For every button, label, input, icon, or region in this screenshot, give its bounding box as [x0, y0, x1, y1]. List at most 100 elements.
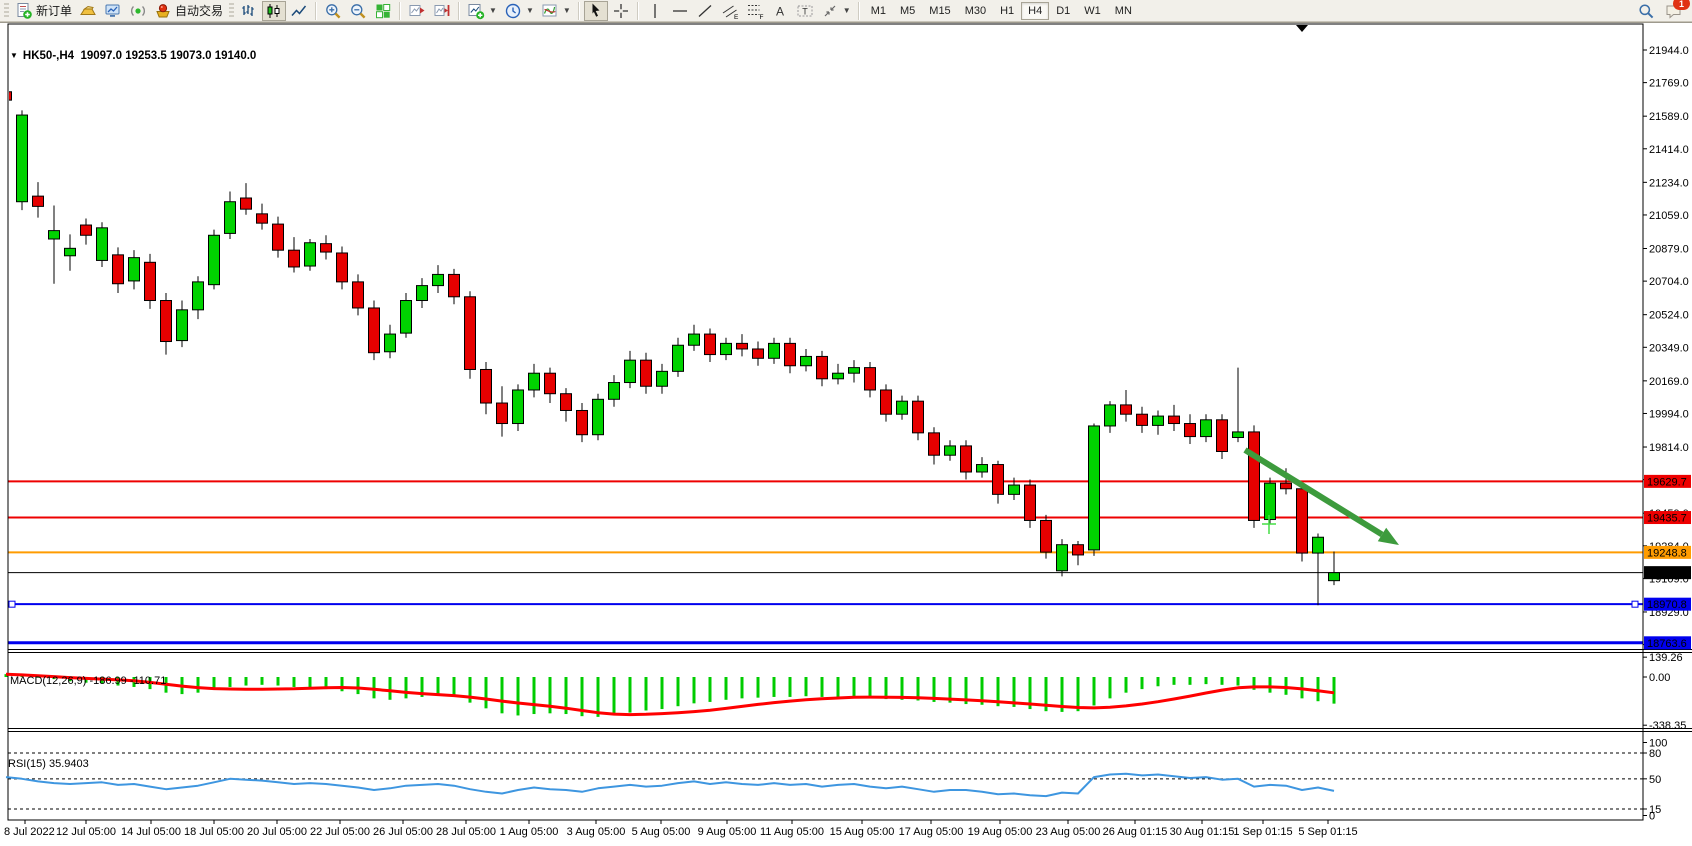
- arrows-icon: [821, 2, 839, 20]
- zoom-out-button[interactable]: [346, 1, 370, 21]
- svg-text:1 Aug 05:00: 1 Aug 05:00: [500, 826, 559, 838]
- svg-text:19140.0: 19140.0: [1647, 568, 1687, 580]
- indicators-button[interactable]: ▼: [538, 1, 574, 21]
- svg-text:26 Jul 05:00: 26 Jul 05:00: [373, 826, 433, 838]
- timeframe-w1[interactable]: W1: [1077, 2, 1108, 20]
- chart-shift-icon: [433, 2, 451, 20]
- new-order-label: 新订单: [36, 2, 72, 19]
- crosshair-tool-button[interactable]: [609, 1, 633, 21]
- zoom-in-button[interactable]: [321, 1, 345, 21]
- svg-text:T: T: [802, 6, 808, 16]
- svg-text:3 Aug 05:00: 3 Aug 05:00: [567, 826, 626, 838]
- timeframe-m15[interactable]: M15: [922, 2, 957, 20]
- gold-icon: [79, 2, 97, 20]
- svg-text:15 Aug 05:00: 15 Aug 05:00: [830, 826, 895, 838]
- horizontal-line-tool-button[interactable]: [668, 1, 692, 21]
- market-watch-button[interactable]: [101, 1, 125, 21]
- new-order-button[interactable]: 新订单: [12, 1, 75, 21]
- svg-text:9 Aug 05:00: 9 Aug 05:00: [698, 826, 757, 838]
- svg-text:30 Aug 01:15: 30 Aug 01:15: [1170, 826, 1235, 838]
- svg-text:20349.0: 20349.0: [1649, 342, 1689, 354]
- new-chart-button[interactable]: ▼: [464, 1, 500, 21]
- svg-text:139.26: 139.26: [1649, 652, 1683, 664]
- search-button[interactable]: [1634, 1, 1658, 21]
- chart-symbol-period: HK50-,H4: [23, 50, 74, 62]
- periods-clock-icon: [504, 2, 522, 20]
- svg-text:5 Aug 05:00: 5 Aug 05:00: [632, 826, 691, 838]
- vertical-line-tool-button[interactable]: [643, 1, 667, 21]
- timeframe-group: M1M5M15M30H1H4D1W1MN: [864, 2, 1139, 20]
- auto-scroll-button[interactable]: [405, 1, 429, 21]
- candle-chart-icon: [265, 2, 283, 20]
- macd-indicator-label: MACD(12,26,9) -186.99 -110.71: [10, 675, 166, 687]
- timeframe-m1[interactable]: M1: [864, 2, 893, 20]
- timeframe-mn[interactable]: MN: [1108, 2, 1139, 20]
- market-watch-icon: [104, 2, 122, 20]
- equidistant-channel-icon: E: [721, 2, 739, 20]
- horizontal-line-icon: [671, 2, 689, 20]
- cursor-tool-button[interactable]: [584, 1, 608, 21]
- line-chart-button[interactable]: [287, 1, 311, 21]
- arrows-tool-button[interactable]: ▼: [818, 1, 854, 21]
- svg-text:19994.0: 19994.0: [1649, 408, 1689, 420]
- gold-button[interactable]: [76, 1, 100, 21]
- new-order-icon: [15, 2, 33, 20]
- equidistant-channel-tool-button[interactable]: E: [718, 1, 742, 21]
- toolbar-grip[interactable]: [4, 3, 9, 19]
- svg-text:19629.7: 19629.7: [1647, 476, 1687, 488]
- svg-text:1 Sep 01:15: 1 Sep 01:15: [1233, 826, 1292, 838]
- timeframe-h4[interactable]: H4: [1021, 2, 1049, 20]
- text-icon: A: [771, 2, 789, 20]
- text-label-tool-button[interactable]: T: [793, 1, 817, 21]
- chart-dropdown-icon[interactable]: ▼: [10, 51, 18, 60]
- svg-text:21234.0: 21234.0: [1649, 177, 1689, 189]
- chart-ohlc: 19097.0 19253.5 19073.0 19140.0: [80, 50, 256, 62]
- svg-text:20524.0: 20524.0: [1649, 310, 1689, 322]
- svg-text:14 Jul 05:00: 14 Jul 05:00: [121, 826, 181, 838]
- svg-text:21769.0: 21769.0: [1649, 78, 1689, 90]
- svg-text:19435.7: 19435.7: [1647, 513, 1687, 525]
- indicators-icon: [541, 2, 559, 20]
- svg-text:21589.0: 21589.0: [1649, 111, 1689, 123]
- line-chart-icon: [290, 2, 308, 20]
- svg-text:18763.6: 18763.6: [1647, 638, 1687, 650]
- svg-text:21414.0: 21414.0: [1649, 144, 1689, 156]
- svg-text:20 Jul 05:00: 20 Jul 05:00: [247, 826, 307, 838]
- chevron-down-icon: ▼: [489, 6, 497, 15]
- svg-text:19248.8: 19248.8: [1647, 547, 1687, 559]
- chevron-down-icon: ▼: [563, 6, 571, 15]
- signals-button[interactable]: [126, 1, 150, 21]
- svg-text:28 Jul 05:00: 28 Jul 05:00: [436, 826, 496, 838]
- price-chart-canvas[interactable]: 21944.0 21769.0 21589.0 21414.0 21234.0 21059…: [0, 23, 1692, 846]
- timeframe-m30[interactable]: M30: [958, 2, 993, 20]
- toolbar: 新订单 自动交易: [0, 0, 1692, 22]
- candle-chart-button[interactable]: [262, 1, 286, 21]
- tile-windows-button[interactable]: [371, 1, 395, 21]
- vertical-line-icon: [646, 2, 664, 20]
- trendline-icon: [696, 2, 714, 20]
- timeframe-h1[interactable]: H1: [993, 2, 1021, 20]
- timeframe-d1[interactable]: D1: [1049, 2, 1077, 20]
- svg-text:E: E: [734, 14, 739, 20]
- trendline-tool-button[interactable]: [693, 1, 717, 21]
- fibonacci-tool-button[interactable]: F: [743, 1, 767, 21]
- chart-shift-button[interactable]: [430, 1, 454, 21]
- svg-text:21059.0: 21059.0: [1649, 210, 1689, 222]
- timeframe-m5[interactable]: M5: [893, 2, 922, 20]
- svg-text:8 Jul 2022: 8 Jul 2022: [4, 826, 55, 838]
- periods-button[interactable]: ▼: [501, 1, 537, 21]
- auto-trading-button[interactable]: 自动交易: [151, 1, 226, 21]
- svg-text:26 Aug 01:15: 26 Aug 01:15: [1103, 826, 1168, 838]
- chevron-down-icon: ▼: [843, 6, 851, 15]
- svg-text:21944.0: 21944.0: [1649, 45, 1689, 57]
- toolbar-grip[interactable]: [229, 3, 234, 19]
- svg-text:20704.0: 20704.0: [1649, 276, 1689, 288]
- svg-text:19 Aug 05:00: 19 Aug 05:00: [968, 826, 1033, 838]
- svg-text:23 Aug 05:00: 23 Aug 05:00: [1036, 826, 1101, 838]
- svg-text:A: A: [776, 4, 784, 18]
- bar-chart-icon: [240, 2, 258, 20]
- svg-text:11 Aug 05:00: 11 Aug 05:00: [760, 826, 824, 838]
- bar-chart-button[interactable]: [237, 1, 261, 21]
- text-tool-button[interactable]: A: [768, 1, 792, 21]
- auto-trading-label: 自动交易: [175, 2, 223, 19]
